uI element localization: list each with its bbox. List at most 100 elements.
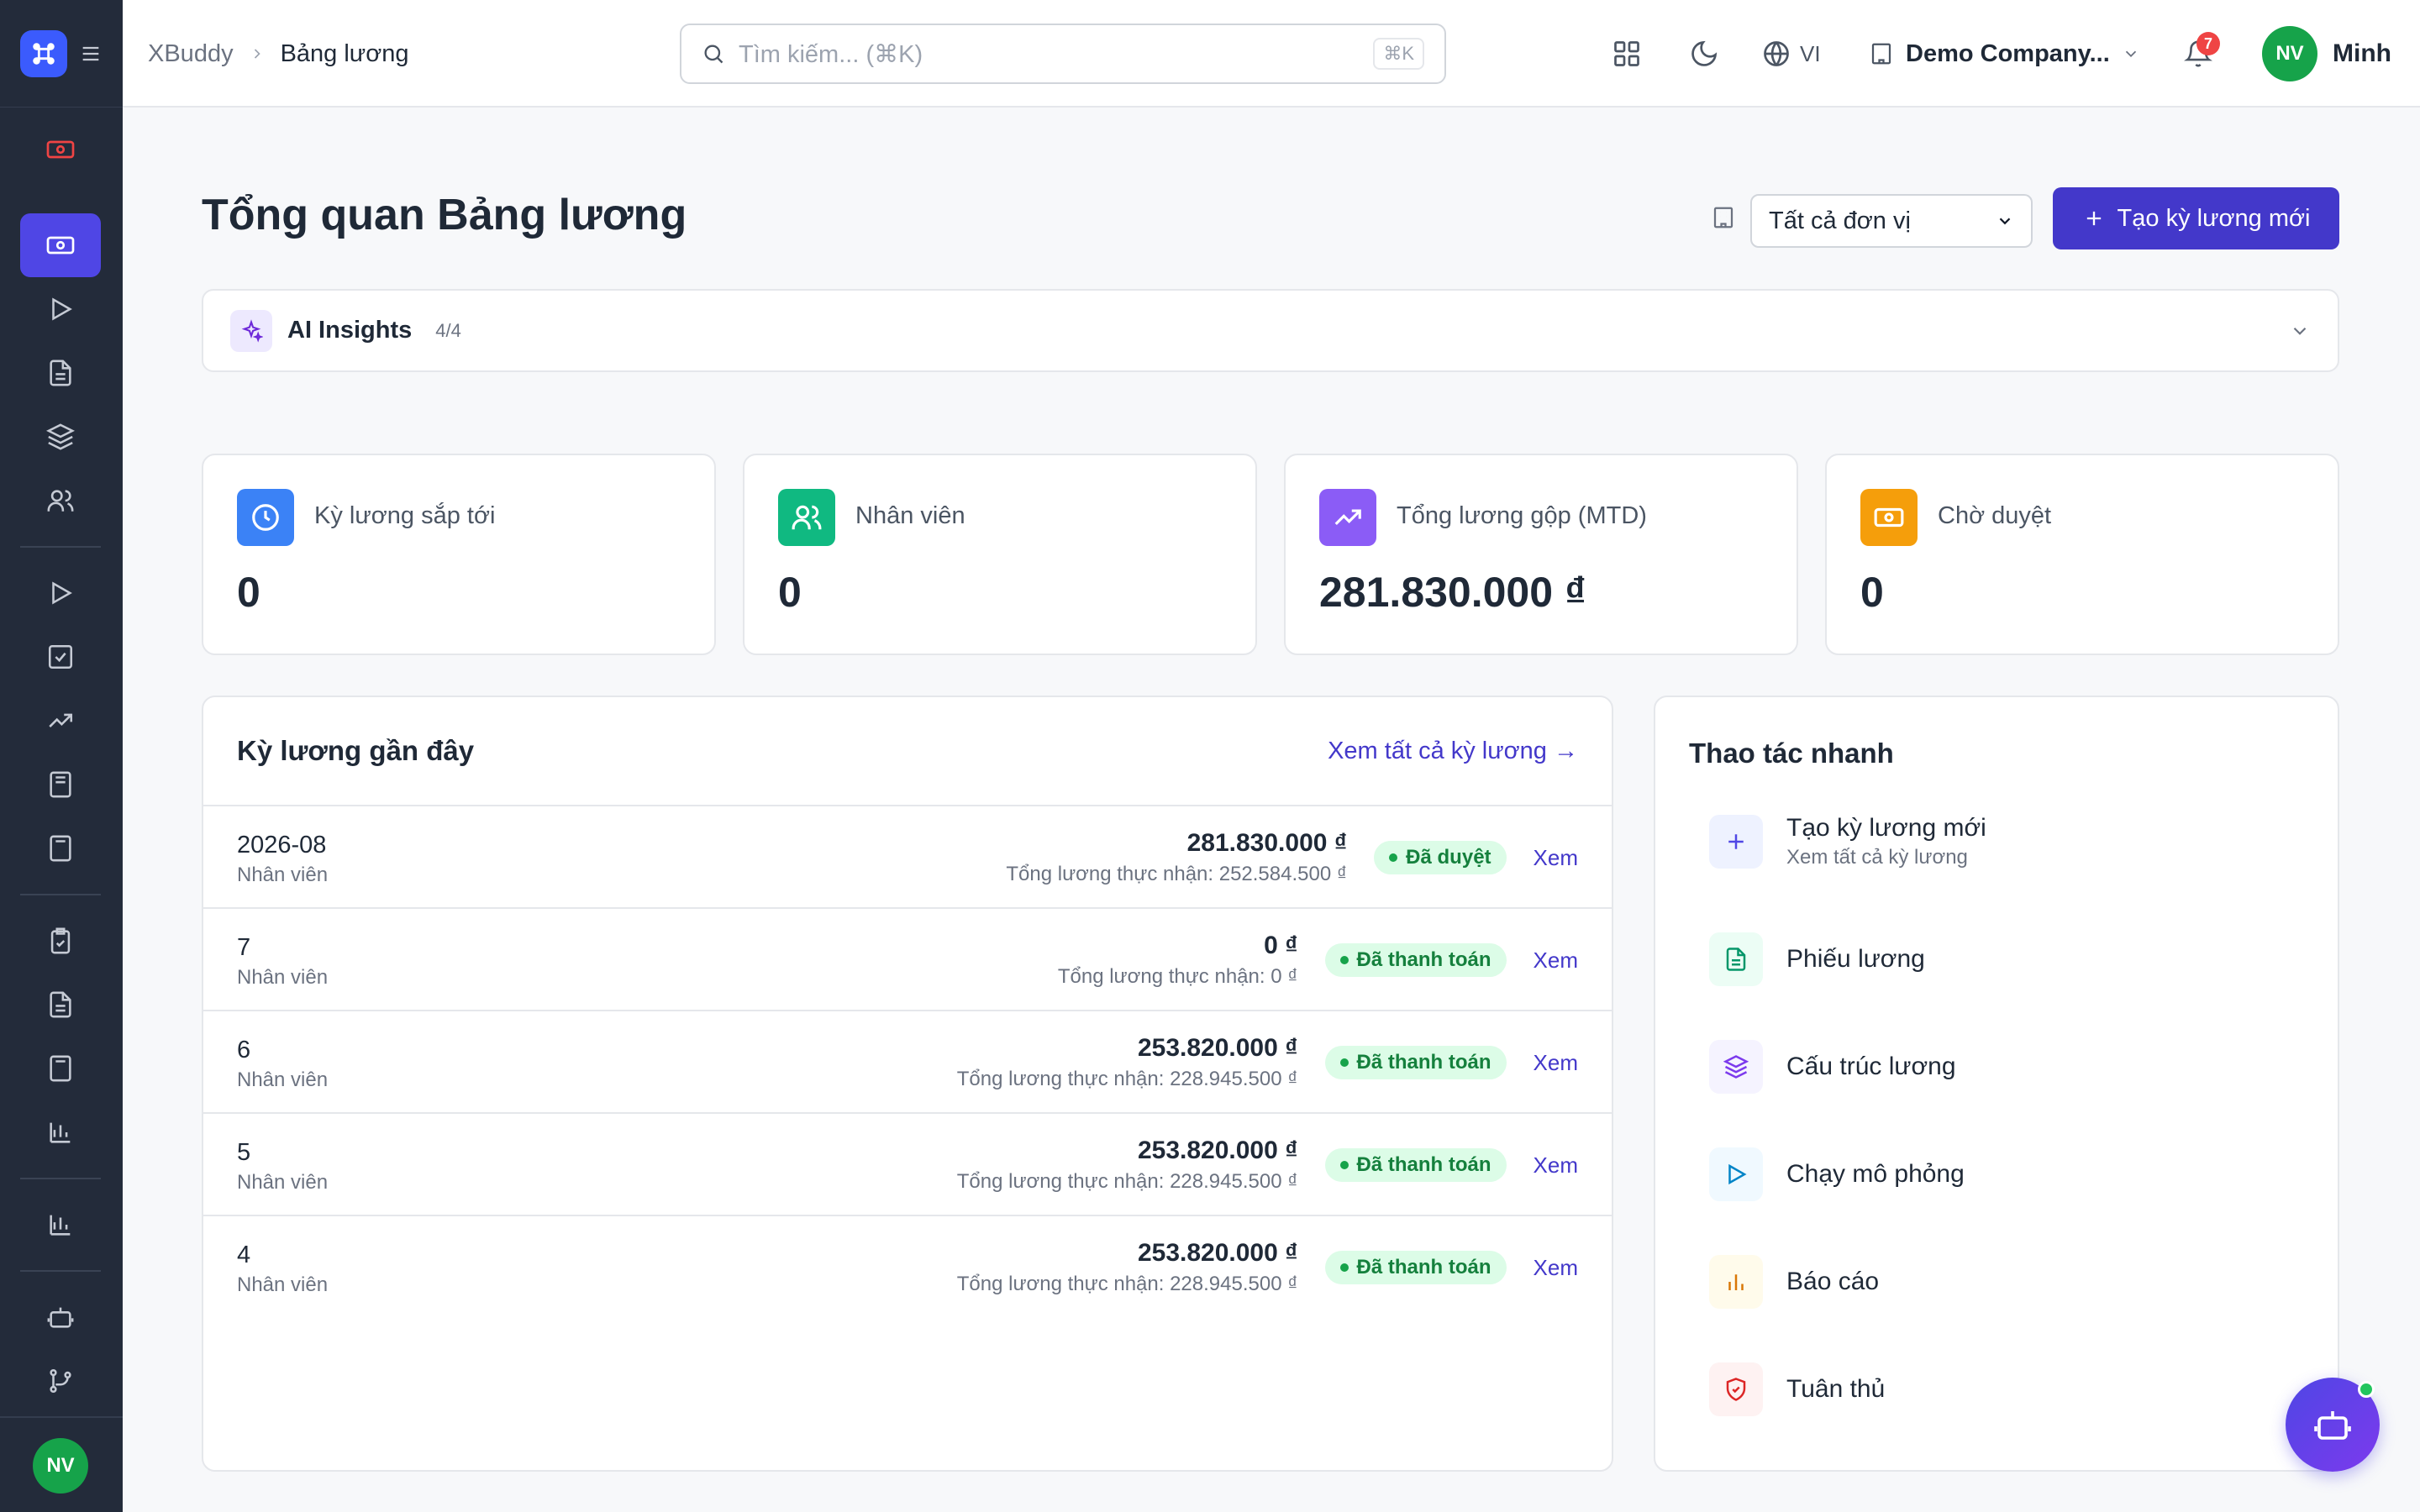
quick-action-simulation[interactable]: Chạy mô phỏng [1709, 1147, 2297, 1201]
view-link[interactable]: Xem [1534, 845, 1578, 871]
user-menu[interactable]: NV Minh [2262, 25, 2391, 82]
money-icon [1860, 489, 1918, 546]
stat-card-employees: Nhân viên 0 [743, 454, 1257, 655]
document-icon [50, 360, 71, 386]
breadcrumb-root[interactable]: XBuddy [148, 40, 234, 68]
sidebar-item-payroll[interactable] [20, 213, 101, 277]
quick-action-structure[interactable]: Cấu trúc lương [1709, 1040, 2297, 1094]
quick-action-label: Báo cáo [1786, 1268, 1880, 1295]
row-subtitle: Nhân viên [237, 1273, 329, 1296]
menu-icon[interactable] [79, 42, 103, 66]
chatbot-button[interactable] [2286, 1378, 2380, 1472]
status-dot [1389, 853, 1398, 862]
sidebar-item-ledger[interactable] [20, 753, 101, 816]
status-dot [1339, 1161, 1349, 1169]
table-row[interactable]: 7 Nhân viên 0 ₫ Tổng lương thực nhận: 0 … [203, 909, 1612, 1011]
sidebar-item-reports[interactable] [20, 1193, 101, 1257]
row-amounts: 253.820.000 ₫ Tổng lương thực nhận: 228.… [957, 1239, 1298, 1296]
quick-action-compliance[interactable]: Tuân thủ [1709, 1362, 2297, 1416]
table-row[interactable]: 4 Nhân viên 253.820.000 ₫ Tổng lương thự… [203, 1216, 1612, 1319]
search-shortcut: ⌘K [1373, 38, 1424, 70]
row-net: Tổng lương thực nhận: 228.945.500 ₫ [956, 1273, 1298, 1295]
sidebar-item-tax[interactable] [20, 1037, 101, 1100]
quick-action-create-period[interactable]: Tạo kỳ lương mới Xem tất cả kỳ lương [1709, 814, 2297, 869]
quick-actions-card: Thao tác nhanh Tạo kỳ lương mới Xem tất … [1654, 696, 2339, 1472]
money-icon [46, 236, 75, 255]
quick-action-text: Tạo kỳ lương mới Xem tất cả kỳ lương [1786, 814, 1986, 869]
quick-action-label: Chạy mô phỏng [1786, 1160, 1965, 1188]
sidebar-item-payslips[interactable] [20, 341, 101, 405]
table-row[interactable]: 5 Nhân viên 253.820.000 ₫ Tổng lương thự… [203, 1114, 1612, 1216]
app-logo[interactable] [20, 29, 67, 77]
notifications-button[interactable]: 7 [2173, 29, 2223, 79]
sidebar-divider [20, 1178, 101, 1179]
sidebar-item-trends[interactable] [20, 689, 101, 753]
table-row[interactable]: 6 Nhân viên 253.820.000 ₫ Tổng lương thự… [203, 1011, 1612, 1114]
search-icon [702, 42, 725, 66]
play-icon [52, 297, 72, 321]
sidebar-avatar[interactable]: NV [33, 1438, 88, 1494]
sidebar-item-workflow[interactable] [20, 1349, 101, 1413]
search-input[interactable]: Tìm kiếm... (⌘K) ⌘K [680, 24, 1446, 84]
sidebar-item-payroll-home[interactable] [20, 118, 101, 181]
status-badge: Đã thanh toán [1324, 1251, 1507, 1284]
bot-icon [2314, 1411, 2351, 1440]
apps-grid-icon[interactable] [1602, 29, 1652, 79]
row-amounts: 0 ₫ Tổng lương thực nhận: 0 ₫ [1058, 932, 1298, 989]
sidebar-item-approvals[interactable] [20, 625, 101, 689]
sidebar-item-employees[interactable] [20, 469, 101, 533]
chevron-down-icon[interactable] [2289, 320, 2311, 342]
sidebar-item-run[interactable] [20, 277, 101, 341]
top-header: XBuddy Bảng lương Tìm kiếm... (⌘K) ⌘K VI… [123, 0, 2420, 108]
clock-icon [237, 489, 294, 546]
stat-card-gross: Tổng lương gộp (MTD) 281.830.000 ₫ [1284, 454, 1798, 655]
chevron-down-icon [2125, 50, 2136, 58]
status-dot [1339, 1263, 1349, 1272]
row-subtitle: Nhân viên [237, 1171, 329, 1194]
language-switcher[interactable]: VI [1761, 29, 1821, 79]
quick-action-reports[interactable]: Báo cáo [1709, 1255, 2297, 1309]
bot-icon [47, 1307, 74, 1328]
breadcrumb-separator [249, 45, 266, 62]
play-icon [52, 581, 72, 605]
view-link[interactable]: Xem [1534, 1152, 1578, 1179]
row-gross: 253.820.000 ₫ [1137, 1239, 1298, 1267]
quick-action-payslips[interactable]: Phiếu lương [1709, 932, 2297, 986]
page-title: Tổng quan Bảng lương [202, 191, 687, 239]
view-link[interactable]: Xem [1534, 1050, 1578, 1076]
plus-icon [2086, 211, 2101, 226]
row-gross: 253.820.000 ₫ [1137, 1137, 1298, 1164]
sidebar-item-structure[interactable] [20, 405, 101, 469]
sidebar-item-documents[interactable] [20, 973, 101, 1037]
view-link[interactable]: Xem [1534, 1255, 1578, 1281]
dark-mode-icon[interactable] [1679, 29, 1729, 79]
quick-action-label: Tuân thủ [1786, 1375, 1886, 1403]
unit-select[interactable]: Tất cả đơn vị [1750, 194, 2033, 248]
book-icon [50, 771, 71, 798]
status-badge: Đã thanh toán [1324, 1046, 1507, 1079]
quick-action-label: Cấu trúc lương [1786, 1053, 1956, 1080]
sidebar-item-tasks[interactable] [20, 909, 101, 973]
sidebar-divider [20, 1270, 101, 1272]
status-label: Đã thanh toán [1356, 1256, 1491, 1278]
table-row[interactable]: 2026-08 Nhân viên 281.830.000 ₫ Tổng lươ… [203, 806, 1612, 909]
sidebar-item-analytics[interactable] [20, 1100, 101, 1164]
view-all-periods-link[interactable]: Xem tất cả kỳ lương → [1328, 738, 1578, 765]
sidebar: NV [0, 0, 123, 1512]
status-badge: Đã thanh toán [1324, 943, 1507, 977]
company-switcher[interactable]: Demo Company... [1869, 29, 2140, 79]
chevron-right-icon [254, 49, 260, 59]
sidebar-item-assistant[interactable] [20, 1285, 101, 1349]
create-period-button[interactable]: Tạo kỳ lương mới [2053, 187, 2339, 249]
row-period: 2026-08 [237, 832, 327, 858]
sidebar-item-simulation[interactable] [20, 561, 101, 625]
quick-action-label: Tạo kỳ lương mới [1786, 814, 1986, 842]
git-branch-icon [50, 1368, 71, 1394]
row-right: 253.820.000 ₫ Tổng lương thực nhận: 228.… [957, 1011, 1578, 1114]
ai-insights-panel[interactable]: AI Insights 4/4 [202, 289, 2339, 372]
status-badge: Đã thanh toán [1324, 1148, 1507, 1182]
recent-periods-title: Kỳ lương gần đây [237, 735, 475, 766]
sidebar-item-calculator[interactable] [20, 816, 101, 880]
recent-periods-card: Kỳ lương gần đây Xem tất cả kỳ lương → 2… [202, 696, 1613, 1472]
view-link[interactable]: Xem [1534, 948, 1578, 974]
